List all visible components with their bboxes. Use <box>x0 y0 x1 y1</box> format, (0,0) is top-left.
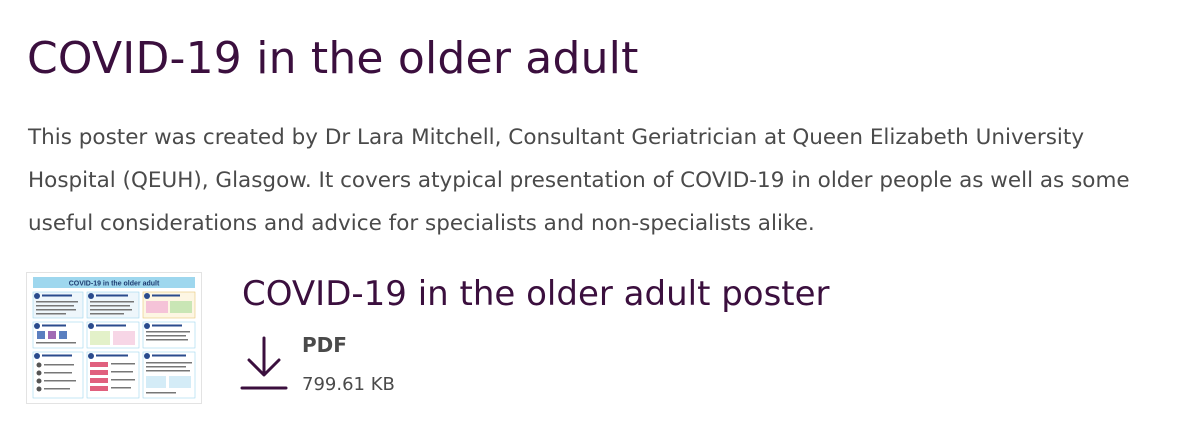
file-size-label: 799.61 KB <box>302 374 395 395</box>
resource-item: COVID-19 in the older adult COVID-19 in … <box>0 262 1200 412</box>
page-title: COVID-19 in the older adult <box>27 33 639 84</box>
poster-thumbnail[interactable]: COVID-19 in the older adult <box>26 272 202 404</box>
resource-title-link[interactable]: COVID-19 in the older adult poster <box>242 266 830 322</box>
poster-heading: COVID-19 in the older adult <box>69 281 160 288</box>
page-intro: This poster was created by Dr Lara Mitch… <box>28 125 1130 236</box>
poster-thumbnail-graphic: COVID-19 in the older adult <box>32 277 196 399</box>
file-type-label: PDF <box>302 333 347 357</box>
download-icon[interactable] <box>240 334 288 394</box>
